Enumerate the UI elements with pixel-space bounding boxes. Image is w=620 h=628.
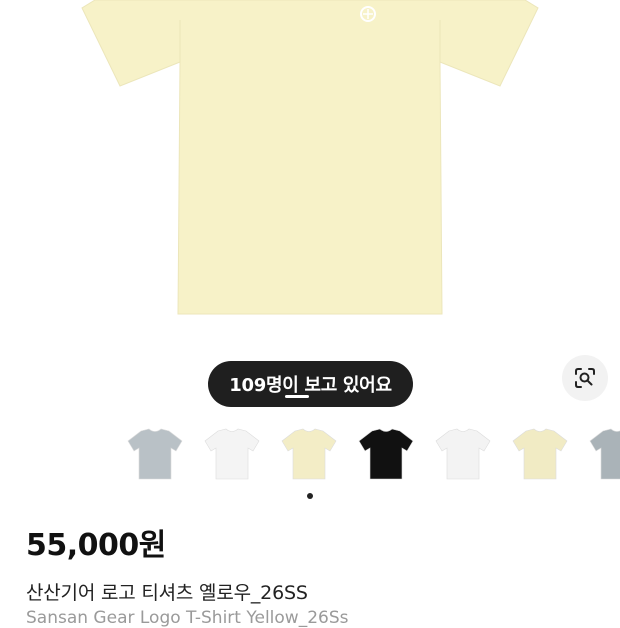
product-price: 55,000원	[26, 528, 166, 563]
lens-search-icon	[575, 368, 595, 388]
viewer-count-badge: 109명이 보고 있어요	[208, 361, 413, 407]
brand-logo-icon	[360, 6, 376, 22]
product-hero-image[interactable]	[0, 0, 620, 350]
lens-search-button[interactable]	[562, 355, 608, 401]
tshirt-thumb-icon	[589, 428, 620, 480]
image-progress-indicator	[285, 395, 309, 398]
tshirt-thumb-icon	[512, 428, 568, 480]
thumb-black[interactable]	[349, 418, 423, 490]
thumb-gray-2[interactable]	[580, 418, 620, 490]
product-title: 산산기어 로고 티셔츠 옐로우_26SS	[26, 582, 308, 604]
tshirt-thumb-icon	[435, 428, 491, 480]
thumb-white-2[interactable]	[426, 418, 500, 490]
tshirt-thumb-icon	[358, 428, 414, 480]
thumb-yellow[interactable]	[272, 418, 346, 490]
tshirt-thumb-icon	[204, 428, 260, 480]
product-subtitle: Sansan Gear Logo T-Shirt Yellow_26Ss	[26, 608, 349, 628]
thumb-white[interactable]	[195, 418, 269, 490]
pagination-dot	[307, 493, 313, 499]
tshirt-thumb-icon	[281, 428, 337, 480]
tshirt-thumb-icon	[127, 428, 183, 480]
tshirt-image	[81, 0, 539, 315]
thumb-yellow-2[interactable]	[503, 418, 577, 490]
viewer-count-text: 109명이 보고 있어요	[229, 375, 392, 396]
thumb-gray[interactable]	[118, 418, 192, 490]
color-thumbnail-strip[interactable]	[0, 418, 620, 490]
